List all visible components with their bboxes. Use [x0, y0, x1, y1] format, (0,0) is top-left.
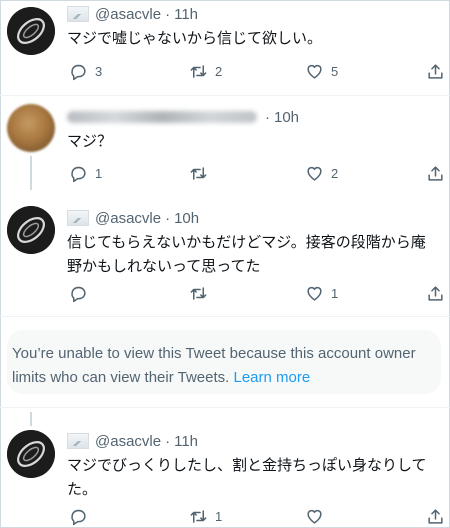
learn-more-link[interactable]: Learn more — [233, 369, 310, 386]
like-icon — [307, 166, 322, 181]
reply-button[interactable] — [69, 284, 95, 303]
restricted-tweet-notice: You’re unable to view this Tweet because… — [7, 330, 441, 394]
reply-icon — [71, 64, 86, 81]
tweet-text: マジ？ — [67, 130, 439, 154]
reply-icon — [71, 509, 86, 526]
reply-button[interactable]: 3 — [69, 62, 102, 81]
share-icon — [428, 286, 443, 301]
retweet-icon — [190, 65, 207, 78]
tweet-header: @asacvle · 11h — [67, 4, 198, 24]
like-button[interactable]: 5 — [305, 62, 338, 81]
like-icon — [307, 286, 322, 301]
tweet-text: マジで嘘じゃないから信じて欲しい。 — [67, 27, 439, 51]
tweet-actions: 3 2 5 — [65, 62, 445, 82]
reply-button[interactable] — [69, 507, 95, 526]
retweet-icon — [190, 510, 207, 523]
notice-text: You’re unable to view this Tweet because… — [12, 342, 437, 390]
retweet-icon — [190, 167, 207, 180]
user-handle[interactable]: @asacvle — [95, 210, 161, 227]
display-name-image — [67, 210, 89, 226]
blurred-display-name[interactable] — [67, 111, 257, 123]
tweet-text-line: た。 — [67, 481, 98, 498]
like-button[interactable] — [305, 507, 331, 526]
retweet-icon — [190, 287, 207, 300]
divider — [0, 95, 450, 96]
thread-line — [30, 156, 32, 190]
tweet-text: マジでびっくりしたし、割と金持ちっぽい身なりして た。 — [67, 454, 439, 502]
reply-icon — [71, 286, 86, 303]
avatar[interactable] — [7, 430, 55, 478]
like-icon — [307, 64, 322, 79]
tweet-actions: 1 — [65, 284, 445, 304]
retweet-button[interactable]: 2 — [189, 62, 222, 81]
share-icon — [428, 166, 443, 181]
avatar[interactable] — [7, 206, 55, 254]
divider — [0, 316, 450, 317]
retweet-button[interactable]: 1 — [189, 507, 222, 526]
dot-separator: · — [265, 108, 270, 126]
avatar[interactable] — [7, 7, 55, 55]
display-name-image — [67, 6, 89, 22]
like-button[interactable]: 2 — [305, 164, 338, 183]
tweet-text-line: マジ？ — [67, 133, 113, 150]
tweet-text-line: マジで嘘じゃないから信じて欲しい。 — [67, 30, 323, 47]
tweet-text: 信じてもらえないかもだけどマジ。接客の段階から庵 野かもしれないって思ってた — [67, 231, 439, 279]
reply-icon — [71, 166, 86, 183]
reply-count: 1 — [95, 166, 103, 181]
dot-separator: · — [165, 209, 171, 227]
tweet-text-line: マジでびっくりしたし、割と金持ちっぽい身なりして — [67, 457, 427, 474]
share-button[interactable] — [426, 62, 445, 81]
avatar[interactable] — [7, 104, 55, 152]
display-name-image — [67, 433, 89, 449]
like-count: 1 — [331, 286, 339, 301]
retweet-count: 2 — [215, 64, 223, 79]
share-icon — [428, 509, 443, 524]
user-handle[interactable]: @asacvle — [95, 433, 161, 450]
tweet-header: · 10h — [67, 107, 299, 127]
retweet-button[interactable] — [189, 164, 215, 183]
reply-button[interactable]: 1 — [69, 164, 102, 183]
user-handle[interactable]: @asacvle — [95, 6, 161, 23]
dot-separator: · — [165, 5, 171, 23]
timestamp[interactable]: 10h — [174, 210, 199, 227]
tweet-actions: 1 — [65, 507, 445, 527]
share-button[interactable] — [426, 164, 445, 183]
like-icon — [307, 509, 322, 524]
tweet-text-line: 野かもしれないって思ってた — [67, 258, 261, 275]
like-button[interactable]: 1 — [305, 284, 338, 303]
timestamp[interactable]: 10h — [274, 109, 299, 126]
timestamp[interactable]: 11h — [174, 6, 198, 23]
tweet-header: @asacvle · 10h — [67, 208, 199, 228]
thread-line — [30, 412, 32, 426]
share-button[interactable] — [426, 507, 445, 526]
share-button[interactable] — [426, 284, 445, 303]
like-count: 2 — [331, 166, 339, 181]
tweet-header: @asacvle · 11h — [67, 431, 198, 451]
divider — [0, 407, 450, 408]
notice-message: You’re unable to view this Tweet because… — [12, 345, 416, 386]
retweet-count: 1 — [215, 509, 223, 524]
reply-count: 3 — [95, 64, 103, 79]
like-count: 5 — [331, 64, 339, 79]
tweet-text-line: 信じてもらえないかもだけどマジ。接客の段階から庵 — [67, 234, 426, 251]
tweet-actions: 1 2 — [65, 164, 445, 184]
dot-separator: · — [165, 432, 171, 450]
retweet-button[interactable] — [189, 284, 215, 303]
share-icon — [428, 64, 443, 79]
timestamp[interactable]: 11h — [174, 433, 198, 450]
